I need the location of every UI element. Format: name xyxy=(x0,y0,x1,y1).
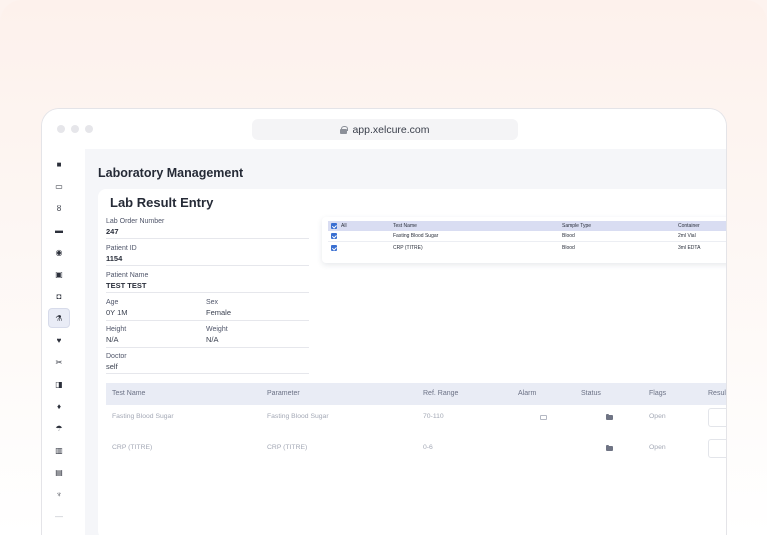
section-title: Lab Result Entry xyxy=(110,195,214,210)
page-title: Laboratory Management xyxy=(98,166,244,180)
building-icon[interactable]: ▥ xyxy=(48,441,70,459)
browser-window: app.xelcure.com ■ ▭ ȣ ▬ ◉ ▣ ◘ ⚗ ♥ ✂ ◨ ♦ … xyxy=(41,108,727,535)
result-flag: Open xyxy=(649,444,666,451)
window-controls xyxy=(57,125,93,133)
column-ref-range: Ref. Range xyxy=(423,390,459,397)
window-close-dot[interactable] xyxy=(57,125,65,133)
column-test-name: Test Name xyxy=(393,223,417,229)
sample-test-name: Fasting Blood Sugar xyxy=(393,233,439,239)
column-test-name: Test Name xyxy=(112,390,146,397)
patient-id-field: Patient ID 1154 xyxy=(106,244,309,266)
camera-icon[interactable]: ◘ xyxy=(48,287,70,305)
umbrella-icon[interactable]: ☂ xyxy=(48,419,70,437)
result-parameter: Fasting Blood Sugar xyxy=(267,413,329,420)
column-result: Result xyxy=(708,390,727,397)
browser-titlebar: app.xelcure.com xyxy=(42,109,726,149)
window-maximize-dot[interactable] xyxy=(85,125,93,133)
lab-result-panel: Lab Result Entry Lab Order Number 247 Pa… xyxy=(98,189,727,535)
samples-table: All Test Name Sample Type Container Fast… xyxy=(322,217,726,263)
lab-order-number-field: Lab Order Number 247 xyxy=(106,217,309,239)
eye-icon[interactable]: ◉ xyxy=(48,243,70,261)
heart-icon[interactable]: ♥ xyxy=(48,331,70,349)
sample-type: Blood xyxy=(562,233,575,239)
column-alarm: Alarm xyxy=(518,390,537,397)
result-input[interactable] xyxy=(708,408,726,427)
result-input[interactable] xyxy=(708,439,726,458)
window-minimize-dot[interactable] xyxy=(71,125,79,133)
sidebar: ■ ▭ ȣ ▬ ◉ ▣ ◘ ⚗ ♥ ✂ ◨ ♦ ☂ ▥ ▤ ♆ — xyxy=(42,149,76,535)
select-all-checkbox[interactable] xyxy=(331,223,337,229)
patient-name-field: Patient Name TEST TEST xyxy=(106,271,309,293)
divider xyxy=(106,320,309,321)
result-row: Fasting Blood Sugar Fasting Blood Sugar … xyxy=(106,406,726,436)
folder-icon[interactable] xyxy=(606,444,613,451)
result-test-name: CRP (TITRE) xyxy=(112,444,153,451)
document-icon[interactable]: ▤ xyxy=(48,463,70,481)
main-content: Laboratory Management Lab Result Entry L… xyxy=(85,149,727,535)
result-ref-range: 0-6 xyxy=(423,444,433,451)
dashboard-icon[interactable]: ■ xyxy=(48,155,70,173)
more-icon[interactable]: — xyxy=(48,507,70,525)
ambulance-icon[interactable]: ◨ xyxy=(48,375,70,393)
doctor-field: Doctor self xyxy=(106,352,309,374)
sample-type: Blood xyxy=(562,245,575,251)
folder-icon[interactable] xyxy=(606,413,613,420)
column-sample-type: Sample Type xyxy=(562,223,592,229)
column-flags: Flags xyxy=(649,390,667,397)
sample-row: Fasting Blood Sugar Blood 2ml Vial xyxy=(328,231,726,242)
lock-icon xyxy=(340,125,349,134)
address-bar[interactable]: app.xelcure.com xyxy=(252,119,518,140)
tooth-icon[interactable]: ♆ xyxy=(48,485,70,503)
result-row: CRP (TITRE) CRP (TITRE) 0-6 Open xyxy=(106,437,726,467)
flask-icon[interactable]: ⚗ xyxy=(48,308,70,328)
column-container: Container xyxy=(678,223,700,229)
samples-header: All Test Name Sample Type Container xyxy=(328,221,726,231)
result-test-name: Fasting Blood Sugar xyxy=(112,413,174,420)
results-header: Test Name Parameter Ref. Range Alarm Sta… xyxy=(106,383,727,405)
scissors-icon[interactable]: ✂ xyxy=(48,353,70,371)
row-checkbox[interactable] xyxy=(331,233,337,239)
sample-container: 3ml EDTA xyxy=(678,245,701,251)
sample-test-name: CRP (TITRE) xyxy=(393,245,423,251)
result-ref-range: 70-110 xyxy=(423,413,444,420)
bed-icon[interactable]: ▬ xyxy=(48,221,70,239)
sample-row: CRP (TITRE) Blood 3ml EDTA xyxy=(328,243,726,254)
url-text: app.xelcure.com xyxy=(352,123,430,136)
row-checkbox[interactable] xyxy=(331,245,337,251)
result-flag: Open xyxy=(649,413,666,420)
sex-field: Sex Female xyxy=(206,299,232,317)
weight-field: Weight N/A xyxy=(206,326,228,344)
height-field: Height N/A xyxy=(106,326,127,344)
column-status: Status xyxy=(581,390,601,397)
age-field: Age 0Y 1M xyxy=(106,299,128,317)
column-parameter: Parameter xyxy=(267,390,300,397)
id-card-icon[interactable]: ▣ xyxy=(48,265,70,283)
alarm-icon[interactable] xyxy=(540,415,547,420)
monitor-icon[interactable]: ▭ xyxy=(48,177,70,195)
divider xyxy=(106,347,309,348)
result-parameter: CRP (TITRE) xyxy=(267,444,308,451)
stethoscope-icon[interactable]: ȣ xyxy=(48,199,70,217)
sample-container: 2ml Vial xyxy=(678,233,696,239)
column-all: All xyxy=(341,223,347,229)
drop-icon[interactable]: ♦ xyxy=(48,397,70,415)
